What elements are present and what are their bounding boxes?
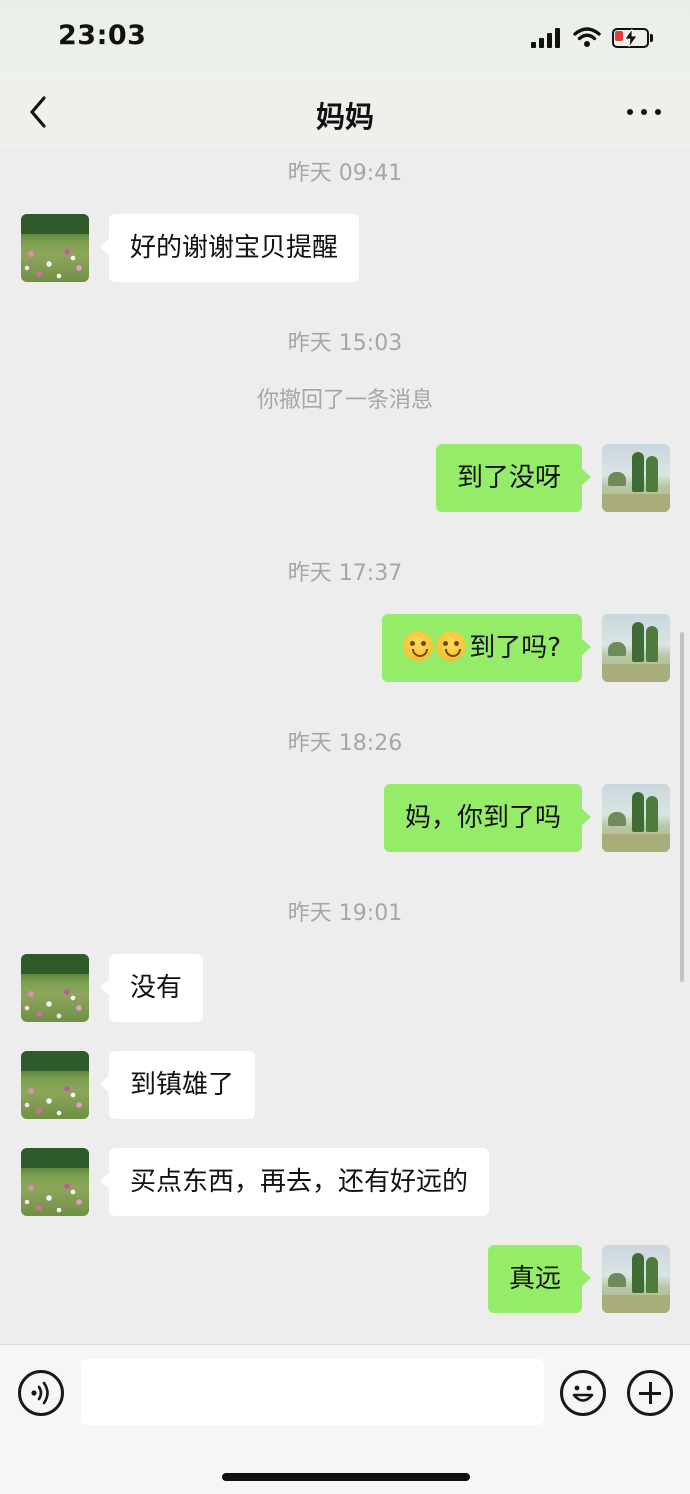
timestamp: 昨天 15:03 [287, 331, 403, 356]
message-text: 到了吗? [469, 633, 561, 663]
message-bubble-received[interactable]: 没有 [99, 954, 204, 1022]
my-avatar[interactable] [602, 614, 670, 682]
cellular-signal-icon [531, 28, 563, 48]
recall-notice: 你撤回了一条消息 [256, 388, 433, 413]
chat-header: 妈妈 [0, 80, 690, 148]
message-bubble-received[interactable]: 买点东西，再去，还有好远的 [99, 1148, 490, 1216]
crying-face-emoji [403, 630, 434, 661]
status-time: 23:03 [58, 20, 147, 51]
contact-avatar[interactable] [21, 1051, 89, 1119]
contact-avatar[interactable] [21, 1148, 89, 1216]
my-avatar[interactable] [602, 1245, 670, 1313]
voice-icon[interactable] [18, 1370, 64, 1416]
wifi-icon [573, 27, 601, 47]
timestamp: 昨天 17:37 [287, 561, 403, 586]
my-avatar[interactable] [602, 444, 670, 512]
my-avatar[interactable] [602, 784, 670, 852]
message-input[interactable] [81, 1359, 544, 1425]
plus-icon[interactable] [627, 1370, 673, 1416]
emoji-icon[interactable] [560, 1370, 606, 1416]
timestamp: 昨天 09:41 [287, 161, 403, 186]
timestamp: 昨天 18:26 [287, 731, 403, 756]
contact-avatar[interactable] [21, 954, 89, 1022]
scrollbar[interactable] [680, 632, 684, 982]
crying-face-emoji [436, 630, 467, 661]
chat-title: 妈妈 [315, 100, 374, 134]
contact-avatar[interactable] [21, 214, 89, 282]
message-bubble-received[interactable]: 到镇雄了 [99, 1051, 256, 1119]
message-bubble-sent[interactable]: 真远 [487, 1245, 592, 1313]
message-bubble-sent[interactable]: 到了吗? [382, 614, 591, 682]
battery-charging-icon [612, 28, 654, 48]
home-indicator[interactable] [222, 1473, 470, 1481]
input-bar [0, 1344, 690, 1494]
message-bubble-sent[interactable]: 妈，你到了吗 [383, 784, 592, 852]
more-dots-icon[interactable] [622, 96, 666, 126]
message-bubble-sent[interactable]: 到了没呀 [435, 444, 592, 512]
message-bubble-received[interactable]: 好的谢谢宝贝提醒 [99, 214, 360, 282]
timestamp: 昨天 19:01 [287, 901, 403, 926]
status-bar: 23:03 [0, 0, 690, 80]
